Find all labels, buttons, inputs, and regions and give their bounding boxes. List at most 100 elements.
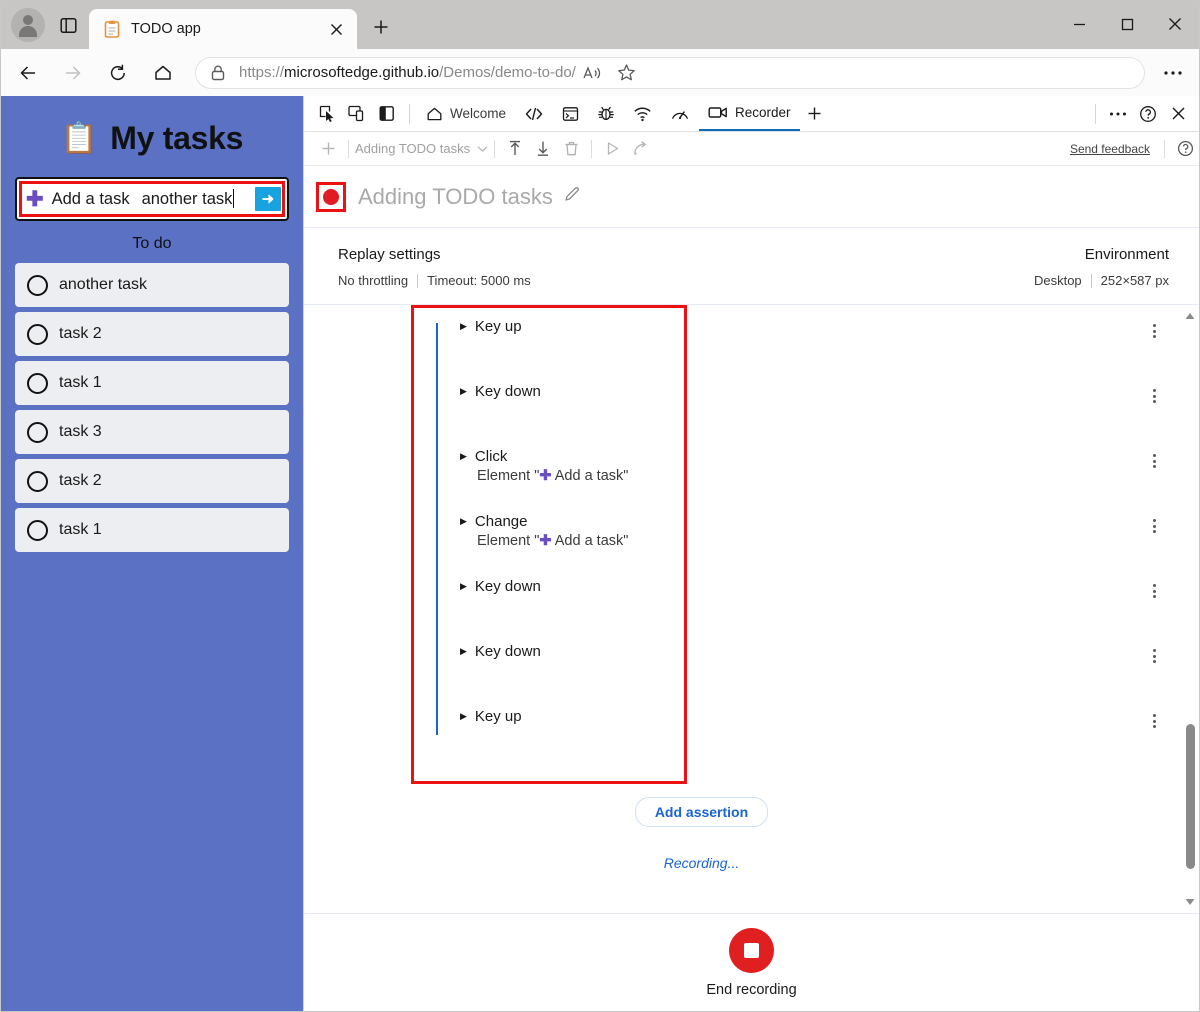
tab-close-button[interactable] xyxy=(323,16,349,42)
task-checkbox-icon[interactable] xyxy=(27,471,48,492)
read-aloud-button[interactable] xyxy=(576,58,610,88)
tab-network[interactable] xyxy=(624,96,661,131)
task-checkbox-icon[interactable] xyxy=(27,373,48,394)
divider xyxy=(1091,274,1092,288)
scroll-down-button[interactable] xyxy=(1183,895,1197,909)
devtools-close-button[interactable] xyxy=(1163,99,1193,129)
clipboard-emoji-icon: 📋 xyxy=(61,124,98,154)
add-panel-button[interactable] xyxy=(800,99,830,129)
window-maximize-button[interactable] xyxy=(1103,1,1151,47)
step-row[interactable]: ▶ Key up xyxy=(304,708,1199,773)
create-recording-button[interactable] xyxy=(314,136,342,162)
scroll-up-button[interactable] xyxy=(1183,309,1197,323)
expand-triangle-icon[interactable]: ▶ xyxy=(460,582,467,591)
import-recording-button[interactable] xyxy=(501,136,529,162)
step-menu-button[interactable] xyxy=(1143,515,1165,537)
add-task-row[interactable]: ✚ Add a task another task xyxy=(17,179,287,219)
step-type: Key up xyxy=(475,318,522,335)
end-recording-button[interactable] xyxy=(729,928,774,973)
dock-side-button[interactable] xyxy=(372,99,402,129)
task-checkbox-icon[interactable] xyxy=(27,422,48,443)
console-icon xyxy=(562,106,579,122)
tab-console[interactable] xyxy=(553,96,588,131)
window-minimize-button[interactable] xyxy=(1055,1,1103,47)
browser-tab[interactable]: TODO app xyxy=(89,9,357,49)
window-close-button[interactable] xyxy=(1151,1,1199,47)
tab-recorder[interactable]: Recorder xyxy=(699,96,800,131)
step-type: Key down xyxy=(475,383,541,400)
recorder-help-button[interactable] xyxy=(1171,136,1199,162)
address-bar[interactable]: https://microsoftedge.github.io/Demos/de… xyxy=(195,57,1145,89)
expand-triangle-icon[interactable]: ▶ xyxy=(460,647,467,656)
devtools-help-button[interactable] xyxy=(1133,99,1163,129)
expand-triangle-icon[interactable]: ▶ xyxy=(460,452,467,461)
divider xyxy=(1164,140,1165,158)
tab-sources[interactable] xyxy=(588,96,624,131)
step-row[interactable]: ▶ Change Element "✚ Add a task" xyxy=(304,513,1199,578)
tab-search-button[interactable] xyxy=(53,10,83,40)
step-menu-button[interactable] xyxy=(1143,320,1165,342)
devtools-more-tools-button[interactable] xyxy=(1103,99,1133,129)
tab-elements[interactable] xyxy=(515,96,553,131)
add-task-field-wrapper[interactable]: ✚ Add a task another task xyxy=(15,177,289,221)
step-row[interactable]: ▶ Key up xyxy=(304,318,1199,383)
step-menu-button[interactable] xyxy=(1143,385,1165,407)
expand-triangle-icon[interactable]: ▶ xyxy=(460,387,467,396)
task-item[interactable]: task 3 xyxy=(15,410,289,454)
step-title: ▶ Key down xyxy=(460,383,541,400)
step-row[interactable]: ▶ Key down xyxy=(304,383,1199,448)
tab-performance[interactable] xyxy=(661,96,699,131)
task-item[interactable]: task 2 xyxy=(15,312,289,356)
send-feedback-link[interactable]: Send feedback xyxy=(1070,142,1158,156)
inspect-element-button[interactable] xyxy=(312,99,342,129)
new-tab-button[interactable] xyxy=(365,11,397,43)
steps-scrollbar[interactable] xyxy=(1183,309,1197,909)
add-task-input[interactable]: another task xyxy=(142,189,235,209)
task-checkbox-icon[interactable] xyxy=(27,275,48,296)
step-content: ▶ Key down xyxy=(425,578,541,595)
step-row[interactable]: ▶ Key down xyxy=(304,643,1199,708)
tab-welcome[interactable]: Welcome xyxy=(417,96,515,131)
home-button[interactable] xyxy=(145,55,181,91)
step-row[interactable]: ▶ Key down xyxy=(304,578,1199,643)
back-button[interactable] xyxy=(10,55,46,91)
more-horizontal-icon xyxy=(1163,70,1183,76)
step-menu-button[interactable] xyxy=(1143,580,1165,602)
task-checkbox-icon[interactable] xyxy=(27,324,48,345)
task-item[interactable]: task 1 xyxy=(15,361,289,405)
add-task-submit-button[interactable] xyxy=(255,187,281,211)
reload-button[interactable] xyxy=(100,55,136,91)
step-menu-button[interactable] xyxy=(1143,450,1165,472)
recording-selector[interactable]: Adding TODO tasks xyxy=(355,141,488,156)
throttling-value[interactable]: No throttling xyxy=(338,273,408,288)
expand-triangle-icon[interactable]: ▶ xyxy=(460,517,467,526)
add-favorite-button[interactable] xyxy=(610,58,644,88)
replay-settings-group: Replay settings No throttling Timeout: 5… xyxy=(338,246,1014,288)
expand-triangle-icon[interactable]: ▶ xyxy=(460,712,467,721)
task-item[interactable]: task 2 xyxy=(15,459,289,503)
replay-extensions-button[interactable] xyxy=(626,136,654,162)
task-item[interactable]: task 1 xyxy=(15,508,289,552)
step-title: ▶ Key up xyxy=(460,708,522,725)
step-detail: Element "✚ Add a task" xyxy=(460,533,628,549)
replay-button[interactable] xyxy=(598,136,626,162)
address-bar-url: https://microsoftedge.github.io/Demos/de… xyxy=(239,64,576,81)
device-emulation-icon xyxy=(348,105,366,122)
task-item[interactable]: another task xyxy=(15,263,289,307)
forward-button[interactable] xyxy=(55,55,91,91)
scrollbar-thumb[interactable] xyxy=(1186,724,1195,869)
play-icon xyxy=(605,141,620,156)
step-menu-button[interactable] xyxy=(1143,645,1165,667)
browser-settings-button[interactable] xyxy=(1153,55,1193,91)
expand-triangle-icon[interactable]: ▶ xyxy=(460,322,467,331)
profile-avatar[interactable] xyxy=(11,8,45,42)
timeout-value[interactable]: Timeout: 5000 ms xyxy=(427,273,531,288)
edit-recording-title-button[interactable] xyxy=(563,185,581,208)
step-menu-button[interactable] xyxy=(1143,710,1165,732)
delete-recording-button[interactable] xyxy=(557,136,585,162)
task-checkbox-icon[interactable] xyxy=(27,520,48,541)
add-assertion-button[interactable]: Add assertion xyxy=(635,797,768,827)
step-row[interactable]: ▶ Click Element "✚ Add a task" xyxy=(304,448,1199,513)
device-emulation-button[interactable] xyxy=(342,99,372,129)
export-recording-button[interactable] xyxy=(529,136,557,162)
